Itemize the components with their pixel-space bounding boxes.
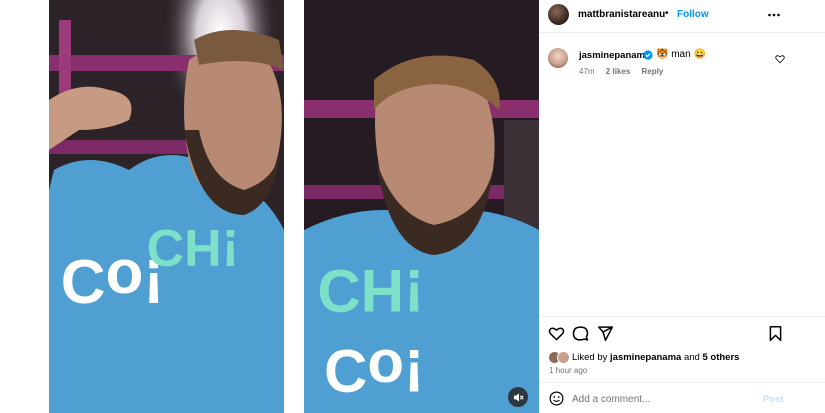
comment-meta: 47m 2 likes Reply — [579, 67, 672, 76]
liked-by-others[interactable]: 5 others — [702, 352, 739, 363]
post-comment-button[interactable]: Post — [763, 394, 784, 405]
svg-text:!HƆ: !HƆ — [317, 257, 424, 324]
comment-heart-icon[interactable] — [775, 54, 785, 64]
likes-summary: Liked by jasminepanama and 5 others — [539, 349, 825, 365]
comment-likes[interactable]: 2 likes — [606, 67, 630, 76]
action-bar — [539, 322, 825, 344]
svg-text:!oƆ: !oƆ — [324, 337, 424, 404]
reply-button[interactable]: Reply — [642, 67, 664, 76]
comment-item: jasminepanama 🐯 man 😀 47m 2 likes Reply — [539, 44, 825, 80]
liker-avatar[interactable] — [557, 351, 570, 364]
media-frame-left[interactable]: !oƆ !HƆ — [49, 0, 284, 413]
post-header: mattbranistareanu • Follow — [539, 0, 825, 30]
liked-by-user[interactable]: jasminepanama — [610, 352, 681, 363]
composer-divider — [539, 382, 825, 383]
likes-and: and — [683, 352, 700, 363]
follow-button[interactable]: Follow — [677, 9, 709, 20]
audio-muted-icon[interactable] — [508, 387, 528, 407]
comment-username[interactable]: jasminepanama — [579, 50, 650, 61]
instagram-post-view: !oƆ !HƆ !HƆ !oƆ mattbranistareanu • Foll… — [0, 0, 825, 413]
emoji-icon[interactable] — [549, 391, 564, 406]
comment-age: 47m — [579, 67, 595, 76]
post-media[interactable]: !oƆ !HƆ !HƆ !oƆ — [0, 0, 539, 413]
comment-icon[interactable] — [572, 325, 589, 342]
more-horizontal-icon[interactable] — [767, 9, 781, 21]
media-image-left: !oƆ !HƆ — [49, 0, 284, 413]
svg-text:!HƆ: !HƆ — [147, 218, 239, 276]
separator-dot: • — [665, 8, 669, 19]
bookmark-icon[interactable] — [767, 325, 784, 342]
post-timestamp[interactable]: 1 hour ago — [549, 366, 587, 375]
comment-text: 🐯 man 😀 — [656, 49, 706, 60]
post-side-panel: mattbranistareanu • Follow jasminepanama… — [539, 0, 825, 413]
author-username[interactable]: mattbranistareanu — [578, 9, 665, 20]
comment-input[interactable] — [572, 389, 752, 409]
share-icon[interactable] — [597, 325, 614, 342]
header-divider — [539, 32, 825, 33]
heart-icon[interactable] — [548, 325, 565, 342]
media-image-right: !HƆ !oƆ — [304, 0, 539, 413]
media-frame-right[interactable]: !HƆ !oƆ — [304, 0, 539, 413]
likes-text[interactable]: Liked by jasminepanama and 5 others — [572, 352, 739, 363]
likes-prefix: Liked by — [572, 352, 608, 363]
commenter-avatar[interactable] — [548, 48, 568, 68]
verified-badge-icon — [643, 50, 653, 60]
actions-divider — [539, 316, 825, 317]
comment-composer: Post — [539, 387, 825, 411]
author-avatar[interactable] — [548, 4, 569, 25]
